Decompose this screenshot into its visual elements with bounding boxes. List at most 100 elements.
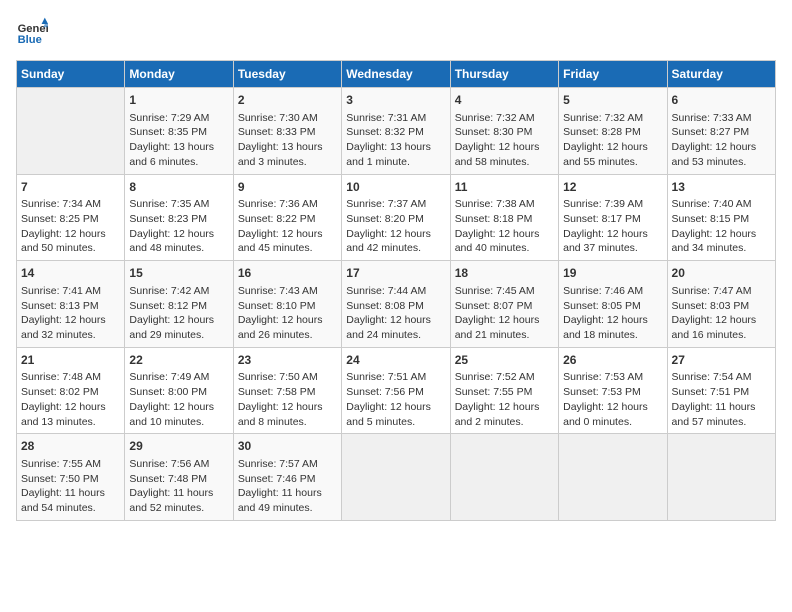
day-info-line: Daylight: 12 hours — [455, 313, 554, 328]
day-info-line: and 42 minutes. — [346, 241, 445, 256]
day-info-line: Sunset: 8:22 PM — [238, 212, 337, 227]
day-info-line: and 50 minutes. — [21, 241, 120, 256]
day-info-line: Sunrise: 7:32 AM — [455, 111, 554, 126]
day-info-line: Sunset: 8:32 PM — [346, 125, 445, 140]
day-info-line: Sunset: 8:17 PM — [563, 212, 662, 227]
day-number: 13 — [672, 179, 771, 196]
calendar-cell: 22Sunrise: 7:49 AMSunset: 8:00 PMDayligh… — [125, 347, 233, 434]
day-info-line: Sunrise: 7:44 AM — [346, 284, 445, 299]
svg-text:Blue: Blue — [18, 34, 42, 46]
day-number: 16 — [238, 265, 337, 282]
header-thursday: Thursday — [450, 61, 558, 88]
calendar-cell: 7Sunrise: 7:34 AMSunset: 8:25 PMDaylight… — [17, 174, 125, 261]
day-number: 26 — [563, 352, 662, 369]
day-info-line: Sunset: 7:46 PM — [238, 472, 337, 487]
calendar-cell: 2Sunrise: 7:30 AMSunset: 8:33 PMDaylight… — [233, 88, 341, 175]
calendar-cell: 24Sunrise: 7:51 AMSunset: 7:56 PMDayligh… — [342, 347, 450, 434]
calendar-cell: 27Sunrise: 7:54 AMSunset: 7:51 PMDayligh… — [667, 347, 775, 434]
day-info-line: Daylight: 12 hours — [238, 227, 337, 242]
header-tuesday: Tuesday — [233, 61, 341, 88]
day-number: 10 — [346, 179, 445, 196]
day-info-line: and 32 minutes. — [21, 328, 120, 343]
day-info-line: and 24 minutes. — [346, 328, 445, 343]
day-info-line: Sunrise: 7:39 AM — [563, 197, 662, 212]
day-info-line: Sunrise: 7:37 AM — [346, 197, 445, 212]
calendar-cell — [342, 434, 450, 521]
day-info-line: Daylight: 12 hours — [455, 140, 554, 155]
calendar-week-row: 7Sunrise: 7:34 AMSunset: 8:25 PMDaylight… — [17, 174, 776, 261]
day-info-line: Sunrise: 7:43 AM — [238, 284, 337, 299]
day-number: 27 — [672, 352, 771, 369]
day-info-line: Sunset: 8:10 PM — [238, 299, 337, 314]
day-number: 2 — [238, 92, 337, 109]
calendar-cell: 18 Sunrise: 7:45 AMSunset: 8:07 PMDayligh… — [450, 261, 558, 348]
calendar-cell: 29Sunrise: 7:56 AMSunset: 7:48 PMDayligh… — [125, 434, 233, 521]
day-number: 22 — [129, 352, 228, 369]
day-info-line: and 18 minutes. — [563, 328, 662, 343]
day-info-line: Sunrise: 7:55 AM — [21, 457, 120, 472]
day-info-line: Sunrise: 7:50 AM — [238, 370, 337, 385]
calendar-cell: 5Sunrise: 7:32 AMSunset: 8:28 PMDaylight… — [559, 88, 667, 175]
day-number: 17 — [346, 265, 445, 282]
day-info-line: Sunrise: 7:34 AM — [21, 197, 120, 212]
day-info-line: and 13 minutes. — [21, 415, 120, 430]
day-info-line: Sunset: 8:35 PM — [129, 125, 228, 140]
day-info-line: Daylight: 12 hours — [346, 227, 445, 242]
day-info-line: Sunset: 8:02 PM — [21, 385, 120, 400]
day-number: 14 — [21, 265, 120, 282]
day-number: 7 — [21, 179, 120, 196]
calendar-cell: 17Sunrise: 7:44 AMSunset: 8:08 PMDayligh… — [342, 261, 450, 348]
day-info-line: Sunset: 8:05 PM — [563, 299, 662, 314]
calendar-cell: 8Sunrise: 7:35 AMSunset: 8:23 PMDaylight… — [125, 174, 233, 261]
day-info-line: Sunset: 7:58 PM — [238, 385, 337, 400]
calendar-cell — [17, 88, 125, 175]
day-info-line: Sunset: 8:12 PM — [129, 299, 228, 314]
day-info-line: Daylight: 11 hours — [238, 486, 337, 501]
day-info-line: Sunrise: 7:38 AM — [455, 197, 554, 212]
calendar-header-row: SundayMondayTuesdayWednesdayThursdayFrid… — [17, 61, 776, 88]
day-info-line: Daylight: 12 hours — [563, 227, 662, 242]
day-info-line: and 37 minutes. — [563, 241, 662, 256]
calendar-cell: 11Sunrise: 7:38 AMSunset: 8:18 PMDayligh… — [450, 174, 558, 261]
day-number: 6 — [672, 92, 771, 109]
calendar-week-row: 21Sunrise: 7:48 AMSunset: 8:02 PMDayligh… — [17, 347, 776, 434]
calendar-cell: 26Sunrise: 7:53 AMSunset: 7:53 PMDayligh… — [559, 347, 667, 434]
day-info-line: and 52 minutes. — [129, 501, 228, 516]
day-info-line: Daylight: 12 hours — [346, 400, 445, 415]
day-info-line: Sunset: 8:15 PM — [672, 212, 771, 227]
day-info-line: Daylight: 13 hours — [129, 140, 228, 155]
calendar-cell: 28Sunrise: 7:55 AMSunset: 7:50 PMDayligh… — [17, 434, 125, 521]
calendar-cell: 1Sunrise: 7:29 AMSunset: 8:35 PMDaylight… — [125, 88, 233, 175]
day-number: 20 — [672, 265, 771, 282]
calendar-cell: 20Sunrise: 7:47 AMSunset: 8:03 PMDayligh… — [667, 261, 775, 348]
header-monday: Monday — [125, 61, 233, 88]
day-number: 30 — [238, 438, 337, 455]
day-info-line: Daylight: 12 hours — [129, 400, 228, 415]
calendar-cell: 10Sunrise: 7:37 AMSunset: 8:20 PMDayligh… — [342, 174, 450, 261]
header-friday: Friday — [559, 61, 667, 88]
calendar-cell — [559, 434, 667, 521]
day-info-line: Sunrise: 7:35 AM — [129, 197, 228, 212]
day-info-line: Daylight: 12 hours — [21, 313, 120, 328]
day-info-line: Daylight: 12 hours — [672, 227, 771, 242]
day-info-line: and 1 minute. — [346, 155, 445, 170]
calendar-week-row: 14Sunrise: 7:41 AMSunset: 8:13 PMDayligh… — [17, 261, 776, 348]
day-number: 18 — [455, 265, 554, 282]
day-info-line: Sunset: 7:50 PM — [21, 472, 120, 487]
calendar-cell: 16Sunrise: 7:43 AMSunset: 8:10 PMDayligh… — [233, 261, 341, 348]
day-info-line: Sunrise: 7:45 AM — [455, 284, 554, 299]
day-info-line: and 40 minutes. — [455, 241, 554, 256]
day-info-line: Sunrise: 7:49 AM — [129, 370, 228, 385]
day-info-line: and 10 minutes. — [129, 415, 228, 430]
day-number: 24 — [346, 352, 445, 369]
day-info-line: Daylight: 12 hours — [455, 400, 554, 415]
day-info-line: Daylight: 12 hours — [563, 313, 662, 328]
day-number: 4 — [455, 92, 554, 109]
day-info-line: Daylight: 12 hours — [129, 313, 228, 328]
calendar-cell: 14Sunrise: 7:41 AMSunset: 8:13 PMDayligh… — [17, 261, 125, 348]
day-info-line: Sunrise: 7:46 AM — [563, 284, 662, 299]
day-info-line: and 34 minutes. — [672, 241, 771, 256]
day-info-line: and 2 minutes. — [455, 415, 554, 430]
day-number: 23 — [238, 352, 337, 369]
day-info-line: Sunset: 8:07 PM — [455, 299, 554, 314]
